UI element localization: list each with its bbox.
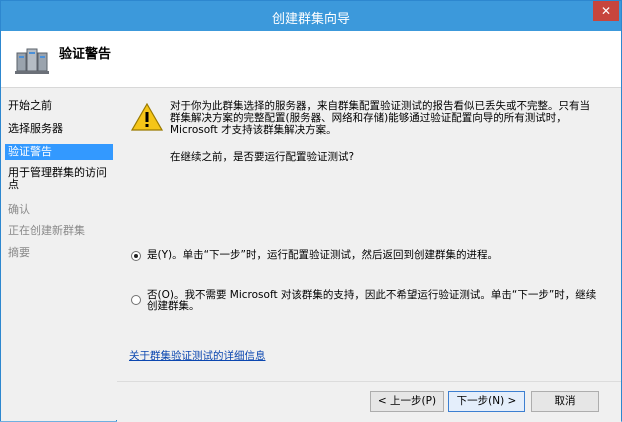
close-button[interactable]: ✕ — [593, 1, 619, 21]
validation-details-link[interactable]: 关于群集验证测试的详细信息 — [129, 348, 266, 363]
page-title: 验证警告 — [59, 47, 112, 62]
option-yes-run-tests[interactable]: 是(Y)。单击“下一步”时，运行配置验证测试，然后返回到创建群集的进程。 — [131, 250, 601, 264]
title-bar[interactable]: 创建群集向导 ✕ — [1, 1, 621, 31]
nav-item-access-point[interactable]: 用于管理群集的访问点 — [5, 167, 113, 191]
run-validation-question: 在继续之前，是否要运行配置验证测试? — [170, 151, 355, 163]
nav-item-select-servers[interactable]: 选择服务器 — [5, 121, 113, 137]
wizard-header: 验证警告 — [1, 31, 621, 88]
radio-yes[interactable] — [131, 251, 141, 261]
warning-icon — [131, 103, 163, 131]
cluster-servers-icon — [15, 48, 49, 74]
option-yes-label[interactable]: 是(Y)。单击“下一步”时，运行配置验证测试，然后返回到创建群集的进程。 — [147, 250, 602, 261]
nav-item-confirmation: 确认 — [8, 203, 30, 216]
window-title: 创建群集向导 — [271, 12, 350, 27]
back-button[interactable]: < 上一步(P) — [370, 391, 444, 412]
wizard-footer: < 上一步(P) 下一步(N) > 取消 — [117, 381, 621, 422]
wizard-content: 对于你为此群集选择的服务器，来自群集配置验证测试的报告看似已丢失或不完整。只有当… — [117, 88, 621, 381]
nav-item-before-you-begin[interactable]: 开始之前 — [5, 98, 113, 114]
radio-no[interactable] — [131, 295, 141, 305]
wizard-steps-nav: 开始之前 选择服务器 验证警告 用于管理群集的访问点 确认 正在创建新群集 摘要 — [1, 88, 116, 421]
cancel-button[interactable]: 取消 — [531, 391, 599, 412]
nav-item-validation-warning[interactable]: 验证警告 — [5, 144, 113, 160]
warning-message: 对于你为此群集选择的服务器，来自群集配置验证测试的报告看似已丢失或不完整。只有当… — [170, 100, 590, 136]
option-no-label[interactable]: 否(O)。我不需要 Microsoft 对该群集的支持，因此不希望运行验证测试。… — [147, 290, 602, 312]
option-no-skip-tests[interactable]: 否(O)。我不需要 Microsoft 对该群集的支持，因此不希望运行验证测试。… — [131, 290, 601, 314]
close-icon: ✕ — [600, 4, 612, 18]
nav-item-summary: 摘要 — [8, 246, 30, 259]
next-button[interactable]: 下一步(N) > — [448, 391, 525, 412]
wizard-window: 创建群集向导 ✕ 验证警告 开始之前 选择服务器 验证警告 用于管理群集的访问点… — [0, 0, 622, 422]
nav-item-creating-cluster: 正在创建新群集 — [8, 224, 85, 237]
